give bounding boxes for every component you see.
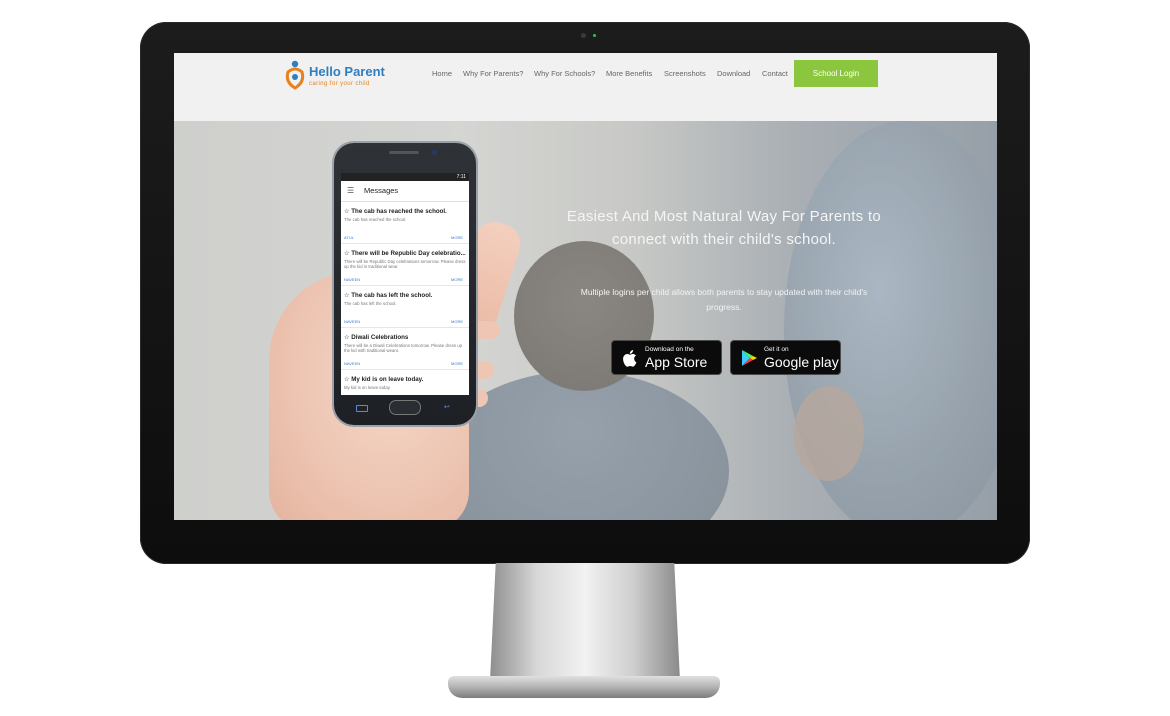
message-title: ☆ The cab has reached the school.	[344, 208, 447, 215]
phone-screen: 7:11 ☰ Messages ☆ The cab has reached th…	[341, 173, 469, 395]
logo-title: Hello Parent	[309, 64, 385, 79]
status-time: 7:11	[456, 174, 466, 180]
phone-status-bar: 7:11	[341, 173, 469, 181]
phone-mockup: 7:11 ☰ Messages ☆ The cab has reached th…	[334, 143, 476, 425]
message-item[interactable]: ☆ The cab has reached the school. The ca…	[341, 202, 469, 244]
google-play-small-label: Get it on	[764, 346, 789, 353]
nav-more-benefits[interactable]: More Benefits	[606, 69, 652, 78]
nav-download[interactable]: Download	[717, 69, 750, 78]
message-author: NAVEEN	[344, 361, 361, 366]
app-title: Messages	[364, 186, 399, 195]
google-play-icon	[742, 350, 757, 366]
message-author: NAVEEN	[344, 319, 361, 324]
app-store-label: App Store	[645, 354, 708, 370]
site-header: Hello Parent caring for your child Home …	[174, 53, 997, 121]
hero-headline: Easiest And Most Natural Way For Parents…	[566, 208, 882, 248]
message-more-link[interactable]: MORE	[451, 235, 463, 240]
nav-home[interactable]: Home	[432, 69, 452, 78]
message-body: There will be a Diwali Celebrations tomo…	[344, 343, 462, 354]
hero-section: 7:11 ☰ Messages ☆ The cab has reached th…	[174, 121, 997, 520]
logo-tagline: caring for your child	[309, 81, 370, 87]
recent-apps-key-icon	[356, 405, 368, 412]
message-title: ☆ My kid is on leave today.	[344, 376, 424, 383]
google-play-label: Google play	[764, 354, 839, 370]
family-logo-icon	[285, 60, 305, 90]
message-item[interactable]: ☆ There will be Republic Day celebratio.…	[341, 244, 469, 286]
message-item[interactable]: ☆ The cab has left the school. The cab h…	[341, 286, 469, 328]
app-store-small-label: Download on the	[645, 346, 694, 353]
monitor-stand	[490, 563, 680, 681]
nav-screenshots[interactable]: Screenshots	[664, 69, 706, 78]
hero-subline: Multiple logins per child allows both pa…	[580, 287, 868, 312]
site-logo[interactable]: Hello Parent caring for your child	[283, 60, 393, 90]
nav-why-parents[interactable]: Why For Parents?	[463, 69, 523, 78]
message-author: NAVEEN	[344, 277, 361, 282]
back-key-icon: ↩	[444, 404, 450, 411]
message-title: ☆ Diwali Celebrations	[344, 334, 409, 341]
app-store-button[interactable]: Download on the App Store	[611, 340, 722, 375]
message-author: ATUL	[344, 235, 354, 240]
phone-camera	[432, 150, 437, 155]
phone-speaker	[389, 151, 419, 154]
message-body: My kid is on leave today.	[344, 385, 391, 390]
message-item[interactable]: ☆ My kid is on leave today. My kid is on…	[341, 370, 469, 395]
apple-icon	[623, 350, 637, 367]
message-item[interactable]: ☆ Diwali Celebrations There will be a Di…	[341, 328, 469, 370]
message-more-link[interactable]: MORE	[451, 277, 463, 282]
monitor-base	[448, 676, 720, 698]
message-body: The cab has left the school.	[344, 301, 397, 306]
webcam	[581, 33, 586, 38]
phone-home-button	[390, 401, 420, 414]
google-play-button[interactable]: Get it on Google play	[730, 340, 841, 375]
nav-contact[interactable]: Contact	[762, 69, 788, 78]
message-more-link[interactable]: MORE	[451, 319, 463, 324]
message-more-link[interactable]: MORE	[451, 361, 463, 366]
message-title: ☆ The cab has left the school.	[344, 292, 433, 299]
school-login-button[interactable]: School Login	[794, 60, 878, 87]
webcam-led	[593, 34, 596, 37]
website-screen: Hello Parent caring for your child Home …	[174, 53, 997, 520]
message-title: ☆ There will be Republic Day celebratio.…	[344, 250, 466, 257]
message-body: The cab has reached the school.	[344, 217, 407, 222]
app-bar: ☰ Messages	[341, 181, 469, 202]
hamburger-menu-icon[interactable]: ☰	[347, 181, 354, 201]
nav-why-schools[interactable]: Why For Schools?	[534, 69, 595, 78]
message-body: There will be Republic Day celebrations …	[344, 259, 466, 270]
